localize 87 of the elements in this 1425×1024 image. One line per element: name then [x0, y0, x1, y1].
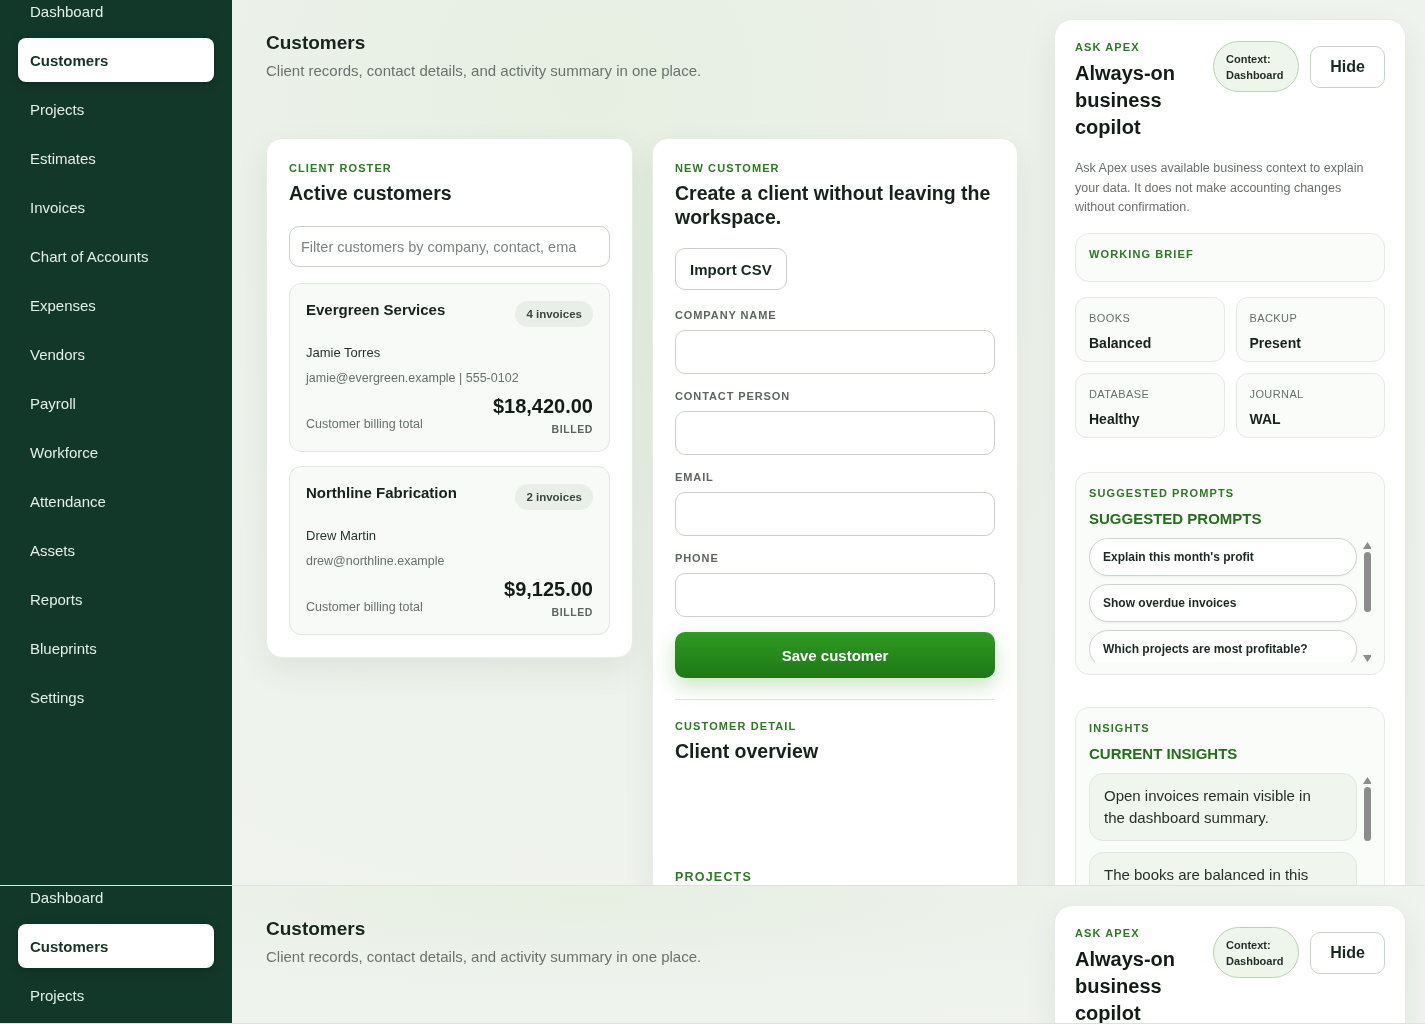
- section-eyebrow: NEW CUSTOMER: [675, 161, 781, 175]
- section-title: CURRENT INSIGHTS: [1089, 743, 1239, 764]
- sidebar-item[interactable]: Blueprints: [18, 626, 214, 670]
- invoice-count-badge: 4 invoices: [515, 301, 593, 327]
- scroll-down-arrow-icon[interactable]: [1362, 654, 1371, 662]
- input-field[interactable]: [675, 573, 995, 617]
- billing-total-label: Customer billing total: [306, 599, 423, 615]
- page-subtitle: Client records, contact details, and activity summary in one place.: [266, 947, 703, 967]
- billing-total-label: Customer billing total: [306, 416, 423, 432]
- section-eyebrow: ASK APEX: [1075, 40, 1141, 54]
- status-label: BACKUP: [1249, 310, 1299, 325]
- card-title: Client overview: [675, 739, 820, 763]
- sidebar-item[interactable]: Workforce: [18, 430, 214, 474]
- section-eyebrow: ASK APEX: [1075, 926, 1141, 940]
- prompt-button[interactable]: Explain this month's profit: [1089, 537, 1357, 576]
- section-label: PROJECTS: [675, 870, 753, 884]
- section-eyebrow: INSIGHTS: [1089, 720, 1151, 735]
- sidebar-item[interactable]: Projects: [18, 87, 214, 131]
- save-customer-button[interactable]: Save customer: [675, 632, 995, 678]
- input-field[interactable]: [675, 492, 995, 536]
- scrollbar-thumb[interactable]: [1363, 786, 1371, 841]
- panel-title: Always-on business copilot: [1075, 61, 1177, 140]
- page-title: Customers: [266, 917, 367, 941]
- company-name: Northline Fabrication: [306, 483, 457, 503]
- insight-card: The books are balanced in this: [1089, 851, 1357, 885]
- section-eyebrow: CLIENT ROSTER: [289, 161, 393, 175]
- field-label: CONTACT PERSON: [675, 390, 792, 403]
- sidebar-item[interactable]: Chart of Accounts: [18, 234, 214, 278]
- status-value: Balanced: [1089, 333, 1153, 352]
- customer-card[interactable]: Evergreen Services 4 invoices Jamie Torres jamie@evergreen.example | 555-0102 Customer billing total $18,420.00 BILLED: [289, 283, 610, 452]
- contact-details: jamie@evergreen.example | 555-0102: [306, 370, 520, 387]
- scroll-up-arrow-icon[interactable]: [1362, 776, 1371, 784]
- section-title: SUGGESTED PROMPTS: [1089, 508, 1263, 529]
- sidebar-item[interactable]: Assets: [18, 528, 214, 572]
- sidebar-item[interactable]: Settings: [18, 675, 214, 719]
- sidebar-item[interactable]: Expenses: [18, 283, 214, 327]
- status-value: Present: [1249, 333, 1302, 352]
- sidebar-item[interactable]: Dashboard: [18, 886, 214, 919]
- customer-card[interactable]: Northline Fabrication 2 invoices Drew Martin drew@northline.example Customer billing total $9,125.00 BILLED: [289, 466, 610, 635]
- status-label: DATABASE: [1089, 386, 1151, 401]
- prompt-button[interactable]: Which projects are most profitable?: [1089, 629, 1357, 662]
- filter-input-field[interactable]: Filter customers by company, contact, ema: [289, 226, 610, 267]
- sidebar-item[interactable]: Invoices: [18, 185, 214, 229]
- status-value: Healthy: [1089, 409, 1141, 428]
- page-subtitle: Client records, contact details, and activity summary in one place.: [266, 61, 703, 81]
- prompt-button[interactable]: Show overdue invoices: [1089, 583, 1357, 622]
- sidebar-item[interactable]: Payroll: [18, 381, 214, 425]
- context-badge: Context: Dashboard: [1213, 927, 1299, 978]
- input-field[interactable]: [675, 411, 995, 455]
- billing-amount: $18,420.00: [492, 394, 593, 419]
- invoice-count-badge: 2 invoices: [515, 484, 593, 510]
- contact-details: drew@northline.example: [306, 553, 446, 570]
- sidebar-item[interactable]: Reports: [18, 577, 214, 621]
- scroll-up-arrow-icon[interactable]: [1362, 541, 1371, 549]
- field-label: PHONE: [675, 552, 720, 565]
- status-label: JOURNAL: [1249, 386, 1305, 401]
- section-eyebrow: SUGGESTED PROMPTS: [1089, 485, 1236, 500]
- contact-name: Drew Martin: [306, 527, 378, 545]
- sidebar-item[interactable]: Attendance: [18, 479, 214, 523]
- field-label: COMPANY NAME: [675, 309, 778, 322]
- insight-card: Open invoices remain visible in the dashboard summary.: [1089, 772, 1357, 841]
- billing-status: BILLED: [551, 605, 593, 619]
- sidebar-item[interactable]: Estimates: [18, 136, 214, 180]
- hide-button[interactable]: Hide: [1310, 932, 1385, 974]
- page-title: Customers: [266, 31, 367, 55]
- hide-button[interactable]: Hide: [1310, 46, 1385, 88]
- billing-amount: $9,125.00: [504, 577, 593, 602]
- input-field[interactable]: [675, 330, 995, 374]
- sidebar-item[interactable]: Projects: [18, 973, 214, 1017]
- company-name: Evergreen Services: [306, 300, 446, 320]
- import-csv-button[interactable]: Import CSV: [675, 248, 787, 290]
- sidebar-item[interactable]: Customers: [18, 924, 214, 968]
- card-title: Create a client without leaving the workspace.: [675, 181, 992, 229]
- section-eyebrow: CUSTOMER DETAIL: [675, 719, 798, 733]
- section-eyebrow: WORKING BRIEF: [1089, 246, 1195, 261]
- field-label: EMAIL: [675, 471, 715, 484]
- sidebar-item[interactable]: Vendors: [18, 332, 214, 376]
- context-badge: Context: Dashboard: [1213, 41, 1299, 92]
- status-value: WAL: [1249, 409, 1282, 428]
- card-title: Active customers: [289, 181, 453, 205]
- panel-description: Ask Apex uses available business context to explain your data. It does not make accounting changes without confirmation.: [1075, 160, 1365, 216]
- sidebar-item[interactable]: Customers: [18, 38, 214, 82]
- contact-name: Jamie Torres: [306, 344, 382, 362]
- status-label: BOOKS: [1089, 310, 1132, 325]
- sidebar-item[interactable]: Dashboard: [18, 0, 214, 33]
- billing-status: BILLED: [551, 422, 593, 436]
- scrollbar-thumb[interactable]: [1363, 551, 1371, 612]
